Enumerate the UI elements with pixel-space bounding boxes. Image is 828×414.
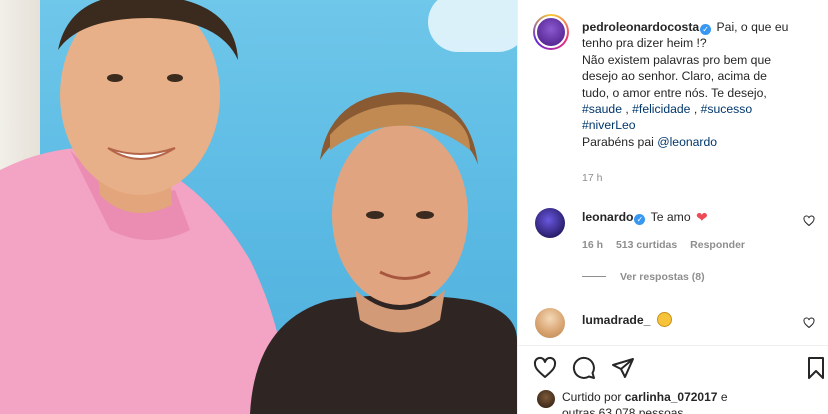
photo-people: [0, 0, 517, 414]
commenter-avatar-lumadrade[interactable]: [535, 308, 565, 338]
speech-bubble-icon[interactable]: [572, 356, 596, 380]
caption-line-5: tudo, o amor entre nós. Te desejo,: [582, 85, 767, 100]
hashtag-sucesso[interactable]: #sucesso: [701, 102, 753, 116]
comment-text: Te amo: [650, 210, 691, 224]
clapping-hands-emoji-icon: [656, 312, 672, 327]
comment-like-heart-icon[interactable]: [803, 317, 815, 329]
comment-leonardo: leonardo ✓ Te amo ❤: [582, 209, 708, 226]
comment-lumadrade: lumadrade_: [582, 312, 672, 327]
comment-username[interactable]: lumadrade_: [582, 313, 650, 327]
caption-line-1: Pai, o que eu: [716, 20, 789, 34]
liked-by-line: Curtido por carlinha_072017 e: [562, 390, 728, 404]
comment-like-heart-icon[interactable]: [803, 215, 815, 227]
comment-time[interactable]: 16 h: [582, 239, 603, 251]
caption-line-4: desejo ao senhor. Claro, acima de: [582, 69, 767, 84]
post-caption: pedroleonardocosta ✓ Pai, o que eu tenho …: [582, 19, 812, 150]
liked-by-user[interactable]: carlinha_072017: [625, 390, 718, 404]
liked-by-others[interactable]: outras 63.078 pessoas: [562, 406, 683, 414]
paper-plane-icon[interactable]: [611, 356, 635, 380]
replies-divider: [582, 276, 606, 277]
reply-button[interactable]: Responder: [690, 239, 745, 251]
view-replies-label: Ver respostas (8): [620, 271, 705, 283]
verified-badge-icon: ✓: [634, 214, 646, 225]
bookmark-icon[interactable]: [804, 356, 828, 380]
comment-username[interactable]: leonardo: [582, 210, 633, 224]
post-photo[interactable]: [0, 0, 517, 414]
post-timestamp[interactable]: 17 h: [582, 172, 602, 184]
caption-line-3: Não existem palavras pro bem que: [582, 52, 772, 67]
commenter-avatar-leonardo[interactable]: [535, 208, 565, 238]
caption-line-2: tenho pra dizer heim !?: [582, 36, 707, 51]
comment-meta: 16 h 513 curtidas Responder: [582, 239, 755, 251]
caption-mention-prefix: Parabéns pai: [582, 134, 654, 149]
liker-avatar[interactable]: [537, 390, 555, 408]
verified-badge-icon: ✓: [700, 24, 712, 35]
liked-by-prefix: Curtido por: [562, 390, 622, 404]
heart-outline-icon[interactable]: [533, 356, 557, 380]
liked-by-and: e: [720, 390, 728, 404]
post-action-bar: [518, 345, 828, 389]
hashtag-saude[interactable]: #saude: [582, 102, 622, 116]
view-replies-button[interactable]: Ver respostas (8): [582, 271, 705, 283]
mention-leonardo[interactable]: @leonardo: [657, 135, 717, 149]
author-username[interactable]: pedroleonardocosta: [582, 20, 699, 34]
hashtag-niverleo[interactable]: #niverLeo: [582, 118, 636, 132]
post-side-panel: pedroleonardocosta ✓ Pai, o que eu tenho …: [517, 0, 828, 414]
hashtag-felicidade[interactable]: #felicidade: [632, 102, 690, 116]
comment-likes[interactable]: 513 curtidas: [616, 239, 677, 251]
red-heart-emoji-icon: ❤: [696, 209, 708, 225]
author-avatar[interactable]: [533, 14, 569, 50]
